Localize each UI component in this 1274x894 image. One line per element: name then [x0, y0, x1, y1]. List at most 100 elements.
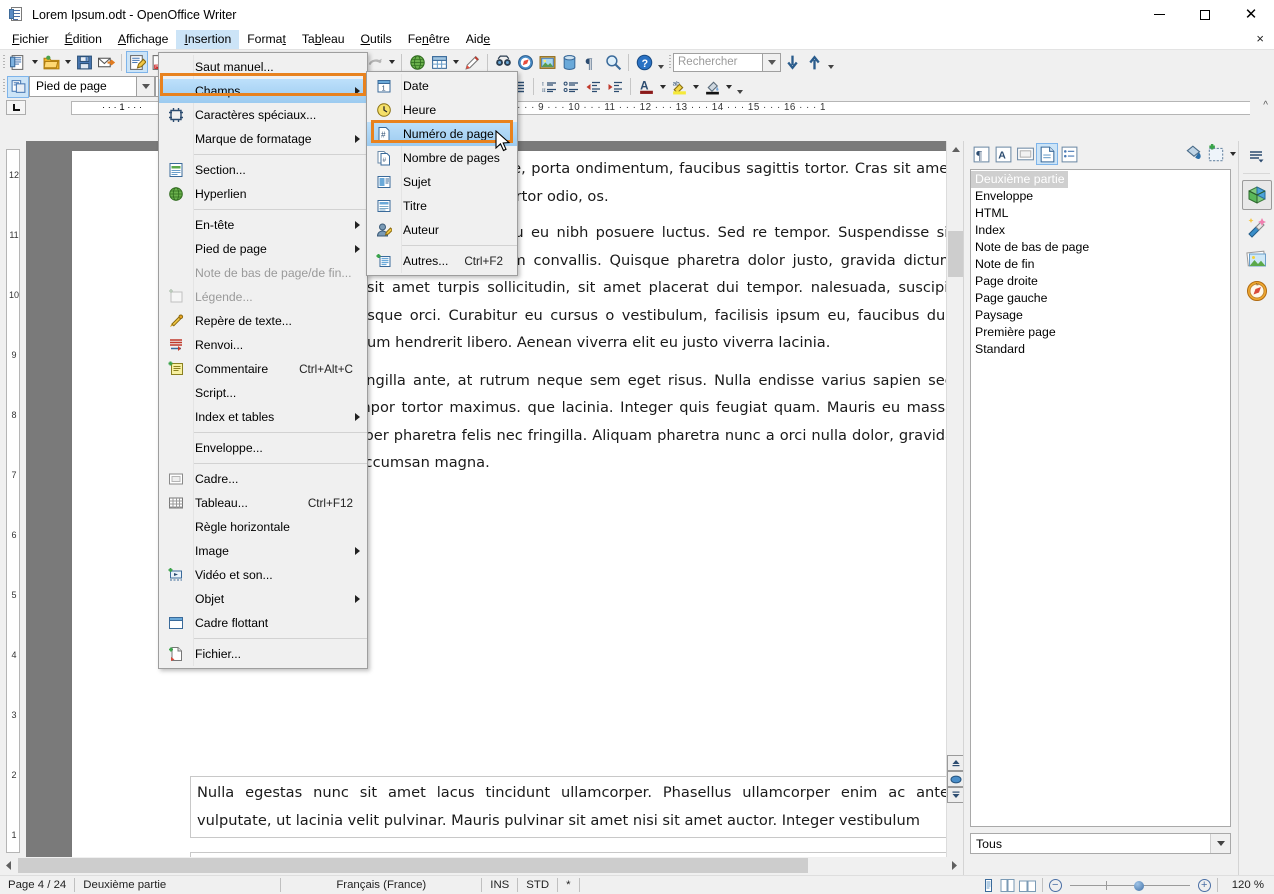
submenu-item-heure[interactable]: Heure: [367, 98, 517, 122]
style-item-paysage[interactable]: Paysage: [971, 307, 1230, 324]
style-item-note-de-bas-de-page[interactable]: Note de bas de page: [971, 239, 1230, 256]
ruler-scale[interactable]: 8 · · · 9 · · · 10 · · · 11 · · · 12 · ·…: [500, 100, 1250, 115]
menu-item-enveloppe[interactable]: Enveloppe...: [159, 436, 367, 460]
menu-item-script[interactable]: Script...: [159, 381, 367, 405]
menu-item-commentaire[interactable]: Commentaire Ctrl+Alt+C: [159, 357, 367, 381]
single-page-view-icon[interactable]: [981, 878, 996, 892]
style-item-html[interactable]: HTML: [971, 205, 1230, 222]
fill-format-mode-icon[interactable]: [1183, 143, 1205, 165]
menu-item-index-et-tables[interactable]: Index et tables: [159, 405, 367, 429]
style-item-page-gauche[interactable]: Page gauche: [971, 290, 1230, 307]
menu-aide[interactable]: Aide: [458, 30, 498, 49]
menu-item-tableau[interactable]: Tableau... Ctrl+F12: [159, 491, 367, 515]
status-page-number[interactable]: Page 4 / 24: [0, 879, 74, 891]
status-selection-mode[interactable]: STD: [518, 879, 557, 891]
menu-item-cadre-flottant[interactable]: Cadre flottant: [159, 611, 367, 635]
menu-fenetre[interactable]: Fenêtre: [400, 30, 458, 49]
menu-item-image[interactable]: Image: [159, 539, 367, 563]
formatting-marks-icon[interactable]: ¶: [580, 51, 602, 73]
table-dropdown-icon[interactable]: [450, 51, 461, 73]
find-replace-icon[interactable]: [492, 51, 514, 73]
submenu-item-auteur[interactable]: Auteur: [367, 218, 517, 242]
next-page-button[interactable]: [947, 787, 964, 803]
paragraph-style-dropdown-icon[interactable]: [137, 76, 155, 97]
ruler-scroll-up-icon[interactable]: ^: [1263, 100, 1268, 111]
menu-insertion[interactable]: Insertion: [176, 29, 240, 49]
multi-page-view-icon[interactable]: [1000, 878, 1015, 892]
status-zoom-level[interactable]: 120 %: [1224, 879, 1274, 891]
list-styles-icon[interactable]: [1058, 143, 1080, 165]
status-modified-indicator[interactable]: *: [558, 879, 578, 891]
save-icon[interactable]: [73, 51, 95, 73]
unordered-list-icon[interactable]: [560, 76, 582, 98]
close-document-button[interactable]: ×: [1256, 31, 1264, 46]
horizontal-scrollbar-thumb[interactable]: [18, 858, 808, 873]
document-horizontal-scrollbar[interactable]: [0, 857, 963, 875]
style-apply-icon[interactable]: [7, 75, 29, 98]
style-item-index[interactable]: Index: [971, 222, 1230, 239]
search-dropdown-icon[interactable]: [763, 52, 781, 72]
table-icon[interactable]: [428, 51, 450, 73]
tab-stop-selector[interactable]: [6, 100, 26, 115]
draw-functions-icon[interactable]: [461, 51, 483, 73]
open-document-dropdown-icon[interactable]: [62, 51, 73, 73]
menu-format[interactable]: Format: [239, 30, 294, 49]
menu-tableau[interactable]: Tableau: [294, 30, 353, 49]
navigation-target-button[interactable]: [947, 771, 964, 787]
find-next-icon[interactable]: [781, 51, 803, 73]
menu-fichier[interactable]: Fichier: [4, 30, 57, 49]
formatting-toolbar-grip[interactable]: [0, 77, 7, 96]
submenu-item-autres[interactable]: Autres... Ctrl+F2: [367, 249, 517, 273]
menu-item-en-tete[interactable]: En-tête: [159, 213, 367, 237]
zoom-icon[interactable]: [602, 51, 624, 73]
menu-item-champs[interactable]: Champs: [159, 79, 367, 103]
menu-affichage[interactable]: Affichage: [110, 30, 177, 49]
background-color-icon[interactable]: [701, 76, 723, 98]
data-sources-icon[interactable]: [558, 51, 580, 73]
properties-deck-icon[interactable]: [1241, 180, 1272, 210]
maximize-button[interactable]: [1182, 0, 1228, 29]
frame-styles-icon[interactable]: [1014, 143, 1036, 165]
font-color-dropdown-icon[interactable]: [657, 76, 668, 98]
navigator-deck-icon[interactable]: N: [1242, 276, 1272, 306]
highlight-color-icon[interactable]: ab: [668, 76, 690, 98]
menu-item-saut-manuel[interactable]: Saut manuel...: [159, 55, 367, 79]
minimize-button[interactable]: [1136, 0, 1182, 29]
sidebar-settings-icon[interactable]: [1243, 145, 1271, 169]
vertical-scrollbar-thumb[interactable]: [948, 231, 963, 277]
zoom-slider[interactable]: [1069, 879, 1190, 892]
scroll-right-button[interactable]: [946, 858, 962, 873]
edit-file-icon[interactable]: [126, 51, 148, 73]
menu-item-repere-de-texte[interactable]: Repère de texte...: [159, 309, 367, 333]
zoom-out-button[interactable]: −: [1048, 878, 1062, 892]
menu-item-cadre[interactable]: Cadre...: [159, 467, 367, 491]
book-view-icon[interactable]: [1018, 879, 1036, 892]
menu-item-hyperlien[interactable]: Hyperlien: [159, 182, 367, 206]
close-button[interactable]: ✕: [1228, 0, 1274, 29]
gallery-deck-icon[interactable]: [1242, 244, 1272, 274]
vertical-ruler-scale[interactable]: 12 11 10 9 8 7 6 5 4 3 2 1: [6, 149, 20, 853]
menu-item-regle-horizontale[interactable]: Règle horizontale: [159, 515, 367, 539]
decrease-indent-icon[interactable]: [582, 76, 604, 98]
previous-page-button[interactable]: [947, 755, 964, 771]
new-style-dropdown-icon[interactable]: [1227, 143, 1238, 165]
menu-item-fichier[interactable]: Fichier...: [159, 642, 367, 666]
page-styles-icon[interactable]: [1036, 143, 1058, 165]
style-filter-chevron-down-icon[interactable]: [1210, 834, 1230, 853]
status-language[interactable]: Français (France): [281, 879, 481, 891]
ordered-list-icon[interactable]: I II: [538, 76, 560, 98]
submenu-item-date[interactable]: 1 Date: [367, 74, 517, 98]
status-page-style[interactable]: Deuxième partie: [75, 879, 280, 891]
hyperlink-icon[interactable]: [406, 51, 428, 73]
search-input[interactable]: Rechercher: [673, 52, 763, 72]
menu-item-renvoi[interactable]: Renvoi...: [159, 333, 367, 357]
styles-and-formatting-deck-icon[interactable]: [1242, 212, 1272, 242]
menu-item-caracteres-speciaux[interactable]: Caractères spéciaux...: [159, 103, 367, 127]
scroll-left-button[interactable]: [1, 858, 17, 873]
menu-outils[interactable]: Outils: [353, 30, 400, 49]
new-style-from-selection-icon[interactable]: [1205, 143, 1227, 165]
menu-item-pied-de-page[interactable]: Pied de page: [159, 237, 367, 261]
font-color-icon[interactable]: A: [635, 76, 657, 98]
submenu-item-sujet[interactable]: Sujet: [367, 170, 517, 194]
gallery-icon[interactable]: [536, 51, 558, 73]
